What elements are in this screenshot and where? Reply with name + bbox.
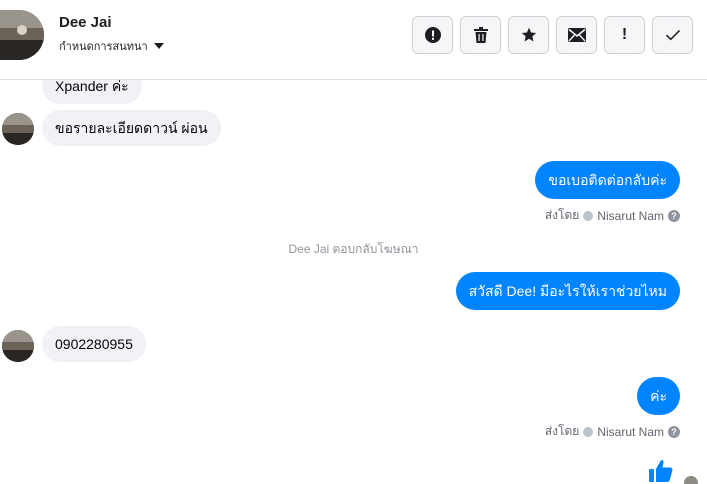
sent-by-info: ส่งโดย Nisarut Nam ? [545, 206, 680, 225]
outgoing-message: ขอเบอติดต่อกลับค่ะ [535, 161, 680, 199]
contact-avatar-small [2, 113, 34, 145]
mark-unread-button[interactable] [556, 16, 597, 54]
exclamation-icon: ! [621, 26, 628, 43]
system-notice: Dee Jai ตอบกลับโฆษณา [288, 242, 419, 256]
sent-by-label: ส่งโดย [544, 208, 580, 222]
alert-circle-icon [424, 27, 441, 43]
contact-name: Dee Jai [59, 14, 112, 31]
conversation-header: Dee Jai กำหนดการสนทนา ! [0, 0, 707, 80]
contact-avatar-small [2, 330, 34, 362]
sent-by-label: ส่งโดย [544, 424, 580, 438]
sent-by-info: ส่งโดย Nisarut Nam ? [545, 422, 680, 441]
messenger-conversation-window: Dee Jai กำหนดการสนทนา ! Xpander ค่ะ ขอรา… [0, 0, 707, 484]
assign-conversation-dropdown[interactable]: กำหนดการสนทนา [59, 37, 164, 55]
star-button[interactable] [508, 16, 549, 54]
contact-avatar[interactable] [0, 10, 44, 60]
seen-indicator-avatar [684, 476, 698, 484]
sender-name: Nisarut Nam [597, 424, 664, 439]
help-icon[interactable]: ? [668, 209, 680, 222]
sender-name: Nisarut Nam [597, 208, 664, 223]
envelope-icon [567, 28, 586, 42]
assign-conversation-label: กำหนดการสนทนา [59, 41, 148, 53]
action-toolbar: ! [412, 16, 693, 54]
mark-spam-button[interactable]: ! [604, 16, 645, 54]
outgoing-message: ค่ะ [637, 377, 680, 415]
sender-status-icon [583, 210, 594, 221]
mark-done-button[interactable] [652, 16, 693, 54]
trash-icon [473, 27, 488, 43]
help-icon[interactable]: ? [668, 425, 680, 438]
star-icon [521, 27, 536, 42]
caret-down-icon [153, 43, 164, 49]
delete-button[interactable] [460, 16, 501, 54]
thumbs-up-icon [648, 458, 674, 484]
report-button[interactable] [412, 16, 453, 54]
check-icon [665, 29, 680, 41]
incoming-message: ขอรายละเอียดดาวน์ ผ่อน [42, 110, 221, 146]
sender-status-icon [583, 426, 594, 437]
incoming-message: 0902280955 [42, 326, 146, 362]
message-thread[interactable]: Xpander ค่ะ ขอรายละเอียดดาวน์ ผ่อน ขอเบอ… [0, 80, 707, 484]
incoming-message: Xpander ค่ะ [42, 80, 142, 104]
outgoing-message: สวัสดี Dee! มีอะไรให้เราช่วยไหม [455, 272, 680, 310]
